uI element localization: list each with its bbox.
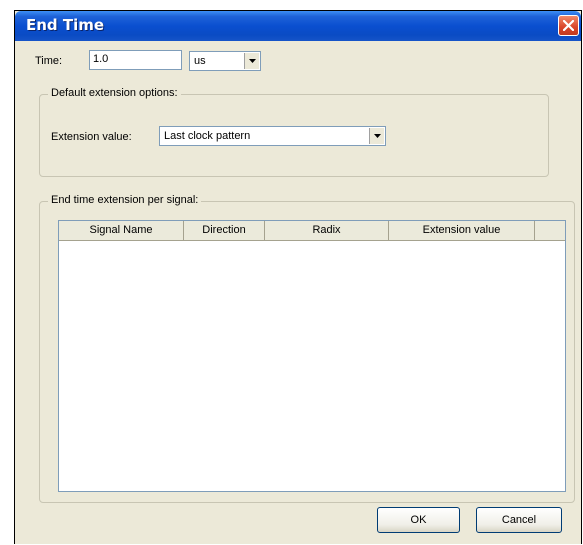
extension-value-selected: Last clock pattern [164, 130, 251, 142]
dialog-title: End Time [26, 16, 105, 34]
per-signal-extension-group: End time extension per signal: Signal Na… [39, 194, 575, 503]
signal-list[interactable]: Signal Name Direction Radix Extension va… [58, 220, 566, 492]
extension-value-select[interactable]: Last clock pattern [159, 126, 386, 146]
title-bar[interactable]: End Time [15, 11, 581, 41]
extension-value-label: Extension value: [51, 131, 132, 143]
cancel-button[interactable]: Cancel [476, 507, 562, 533]
default-extension-options-title: Default extension options: [48, 87, 181, 99]
time-unit-value: us [194, 55, 206, 67]
end-time-dialog: End Time Time: 1.0 us Default extension … [14, 10, 582, 544]
column-direction[interactable]: Direction [184, 221, 265, 240]
time-input[interactable]: 1.0 [89, 50, 182, 70]
column-extension-value[interactable]: Extension value [389, 221, 535, 240]
time-label: Time: [35, 55, 63, 67]
column-radix[interactable]: Radix [265, 221, 389, 240]
signal-list-header: Signal Name Direction Radix Extension va… [59, 221, 565, 241]
chevron-down-icon[interactable] [369, 128, 384, 144]
default-extension-options-group: Default extension options: Extension val… [39, 87, 549, 177]
chevron-down-icon[interactable] [244, 53, 259, 69]
close-icon [563, 20, 574, 31]
close-button[interactable] [558, 15, 579, 36]
column-filler [535, 221, 565, 240]
per-signal-extension-title: End time extension per signal: [48, 194, 202, 206]
column-signal-name[interactable]: Signal Name [59, 221, 184, 240]
dialog-body: Time: 1.0 us Default extension options: … [19, 41, 577, 545]
ok-button[interactable]: OK [377, 507, 460, 533]
time-unit-select[interactable]: us [189, 51, 261, 71]
